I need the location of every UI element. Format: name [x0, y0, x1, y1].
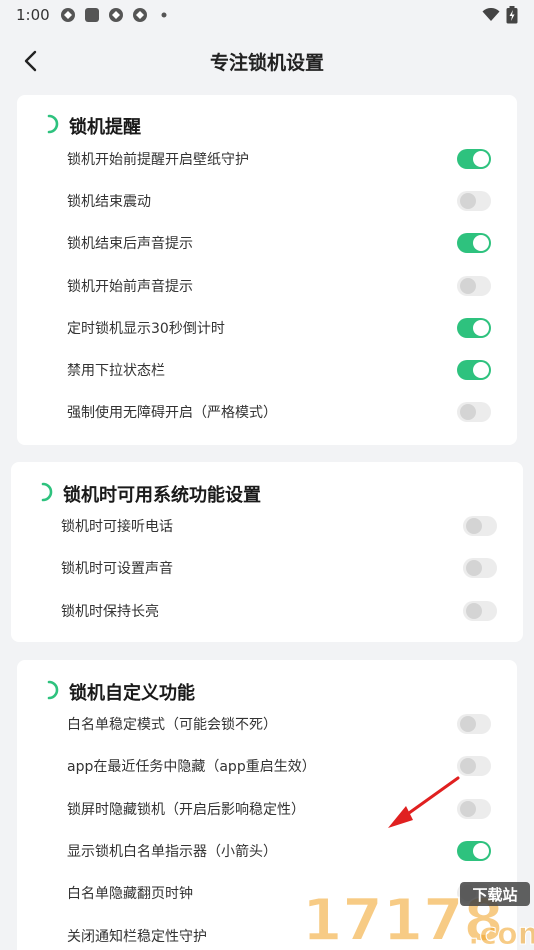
back-button[interactable] — [14, 44, 48, 78]
setting-label: 锁屏时隐藏锁机（开启后影响稳定性） — [67, 802, 305, 818]
toggle-switch[interactable] — [463, 516, 497, 536]
toggle-knob — [466, 560, 482, 576]
status-system-icons — [482, 6, 518, 24]
toggle-switch[interactable] — [457, 360, 491, 380]
page-title: 专注锁机设置 — [209, 51, 324, 74]
toggle-switch[interactable] — [463, 558, 497, 578]
app-icon — [108, 8, 123, 22]
setting-label: 显示锁机白名单指示器（小箭头） — [67, 844, 277, 860]
setting-label: 定时锁机显示30秒倒计时 — [67, 321, 225, 337]
app-icon — [60, 8, 75, 22]
toggle-knob — [460, 801, 476, 817]
toggle-switch[interactable] — [457, 402, 491, 422]
setting-row: 锁机时保持长亮 — [11, 590, 523, 632]
setting-label: 锁机开始前声音提示 — [67, 279, 193, 295]
setting-label: 锁机时可设置声音 — [61, 561, 173, 577]
setting-label: 白名单稳定模式（可能会锁不死） — [67, 717, 277, 733]
watermark-logo: 17178 下载站 .com — [301, 882, 534, 950]
setting-row: 禁用下拉状态栏 — [17, 349, 517, 391]
toggle-knob — [460, 758, 476, 774]
toggle-switch[interactable] — [457, 276, 491, 296]
toggle-knob — [460, 193, 476, 209]
wifi-icon — [482, 8, 500, 21]
setting-label: 白名单隐藏翻页时钟 — [67, 886, 193, 902]
setting-row: 锁机时可接听电话 — [11, 505, 523, 547]
battery-icon — [506, 6, 518, 24]
setting-label: 锁机结束后声音提示 — [67, 236, 193, 252]
toggle-knob — [460, 716, 476, 732]
toggle-knob — [473, 235, 489, 251]
toggle-knob — [460, 404, 476, 420]
svg-text:.com: .com — [468, 917, 534, 950]
setting-row: 锁机结束后声音提示 — [17, 222, 517, 264]
setting-row: 锁机时可设置声音 — [11, 547, 523, 589]
toggle-switch[interactable] — [457, 318, 491, 338]
setting-row: app在最近任务中隐藏（app重启生效） — [17, 745, 517, 787]
status-notification-icons — [60, 7, 172, 23]
section-title: 锁机提醒 — [69, 117, 141, 138]
arc-icon — [41, 482, 53, 502]
app-icon — [132, 8, 147, 22]
setting-row: 锁机结束震动 — [17, 180, 517, 222]
setting-row: 白名单稳定模式（可能会锁不死） — [17, 703, 517, 745]
toggle-switch[interactable] — [457, 714, 491, 734]
setting-label: 禁用下拉状态栏 — [67, 363, 165, 379]
toggle-knob — [460, 278, 476, 294]
arc-icon — [47, 114, 59, 134]
setting-label: app在最近任务中隐藏（app重启生效） — [67, 759, 316, 775]
section-card-system-functions: 锁机时可用系统功能设置 锁机时可接听电话 锁机时可设置声音 锁机时保持长亮 — [11, 462, 523, 642]
setting-label: 锁机开始前提醒开启壁纸守护 — [67, 152, 249, 168]
toggle-switch[interactable] — [457, 756, 491, 776]
section-title: 锁机时可用系统功能设置 — [63, 485, 261, 506]
toggle-knob — [466, 518, 482, 534]
status-time: 1:00 — [16, 6, 50, 24]
dot-icon — [161, 12, 167, 18]
square-icon — [84, 8, 99, 22]
setting-row: 锁机开始前提醒开启壁纸守护 — [17, 138, 517, 180]
setting-label: 关闭通知栏稳定性守护 — [67, 929, 207, 945]
toggle-switch[interactable] — [463, 601, 497, 621]
status-bar: 1:00 — [0, 0, 534, 30]
setting-label: 强制使用无障碍开启（严格模式） — [67, 405, 277, 421]
toggle-switch[interactable] — [457, 799, 491, 819]
toggle-switch[interactable] — [457, 233, 491, 253]
setting-row: 显示锁机白名单指示器（小箭头） — [17, 830, 517, 872]
toggle-knob — [473, 362, 489, 378]
setting-row: 定时锁机显示30秒倒计时 — [17, 307, 517, 349]
setting-label: 锁机时保持长亮 — [61, 604, 159, 620]
toggle-switch[interactable] — [457, 841, 491, 861]
setting-row: 锁机开始前声音提示 — [17, 265, 517, 307]
arc-icon — [47, 680, 59, 700]
toggle-knob — [473, 843, 489, 859]
toggle-switch[interactable] — [457, 191, 491, 211]
toggle-switch[interactable] — [457, 149, 491, 169]
chevron-left-icon — [24, 50, 37, 72]
section-title: 锁机自定义功能 — [69, 683, 195, 704]
toggle-knob — [473, 151, 489, 167]
setting-row: 强制使用无障碍开启（严格模式） — [17, 391, 517, 433]
setting-label: 锁机时可接听电话 — [61, 519, 173, 535]
toggle-knob — [473, 320, 489, 336]
toggle-knob — [466, 603, 482, 619]
app-header: 专注锁机设置 — [0, 38, 534, 84]
setting-label: 锁机结束震动 — [67, 194, 151, 210]
svg-text:下载站: 下载站 — [472, 886, 517, 904]
setting-row: 锁屏时隐藏锁机（开启后影响稳定性） — [17, 788, 517, 830]
section-card-lock-reminder: 锁机提醒 锁机开始前提醒开启壁纸守护 锁机结束震动 锁机结束后声音提示 锁机开始… — [17, 95, 517, 445]
